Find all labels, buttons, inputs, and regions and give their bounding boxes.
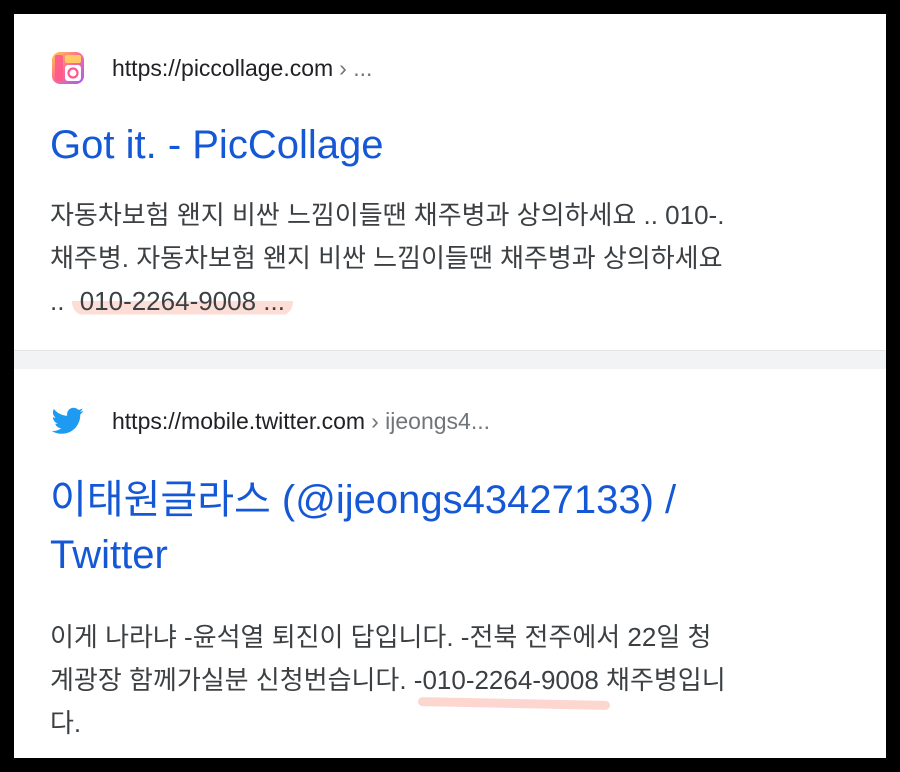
result-title[interactable]: Got it. - PicCollage [50,118,870,173]
highlighted-phone-number: 010-2264-9008 ... [71,286,293,316]
highlighted-phone-number: 010-2264-9008 [422,659,598,702]
snippet-line: .. 010-2264-9008 ... [50,280,860,323]
title-line[interactable]: Twitter [50,528,870,583]
result-url[interactable]: https://mobile.twitter.com [112,408,365,435]
search-result-piccollage[interactable]: https://piccollage.com › ... Got it. - P… [14,14,886,350]
search-results-screen: https://piccollage.com › ... Got it. - P… [14,14,886,758]
snippet-line: 자동차보험 왠지 비싼 느낌이들땐 채주병과 상의하세요 .. 010-. [50,200,725,230]
result-snippet: 이게 나라냐 -윤석열 퇴진이 답입니다. -전북 전주에서 22일 청 계광장… [50,616,860,745]
search-result-twitter[interactable]: https://mobile.twitter.com › ijeongs4...… [14,369,886,758]
result-url-path[interactable]: › ... [339,55,372,82]
snippet-line: 채주병. 자동차보험 왠지 비싼 느낌이들땐 채주병과 상의하세요 [50,243,723,273]
result-divider [14,350,886,369]
result-url-path[interactable]: › ijeongs4... [371,408,490,435]
piccollage-icon [50,50,86,86]
result-source-row[interactable]: https://mobile.twitter.com › ijeongs4... [50,403,490,439]
snippet-line: 계광장 함께가실분 신청번습니다. -010-2264-9008 채주병입니 [50,659,860,702]
snippet-text: 계광장 함께가실분 신청번습니다. - [50,665,423,695]
result-title[interactable]: 이태원글라스 (@ijeongs43427133) / Twitter [50,473,870,583]
snippet-line: 다. [50,708,82,738]
result-source-row[interactable]: https://piccollage.com › ... [50,50,372,86]
result-snippet: 자동차보험 왠지 비싼 느낌이들땐 채주병과 상의하세요 .. 010-. 채주… [50,194,860,323]
snippet-text: .. [50,286,65,316]
title-line[interactable]: 이태원글라스 (@ijeongs43427133) / [50,473,870,528]
snippet-line: 이게 나라냐 -윤석열 퇴진이 답입니다. -전북 전주에서 22일 청 [50,622,712,652]
result-url[interactable]: https://piccollage.com [112,55,333,82]
twitter-bird-icon [50,403,86,439]
snippet-text: 채주병입니 [598,665,726,695]
